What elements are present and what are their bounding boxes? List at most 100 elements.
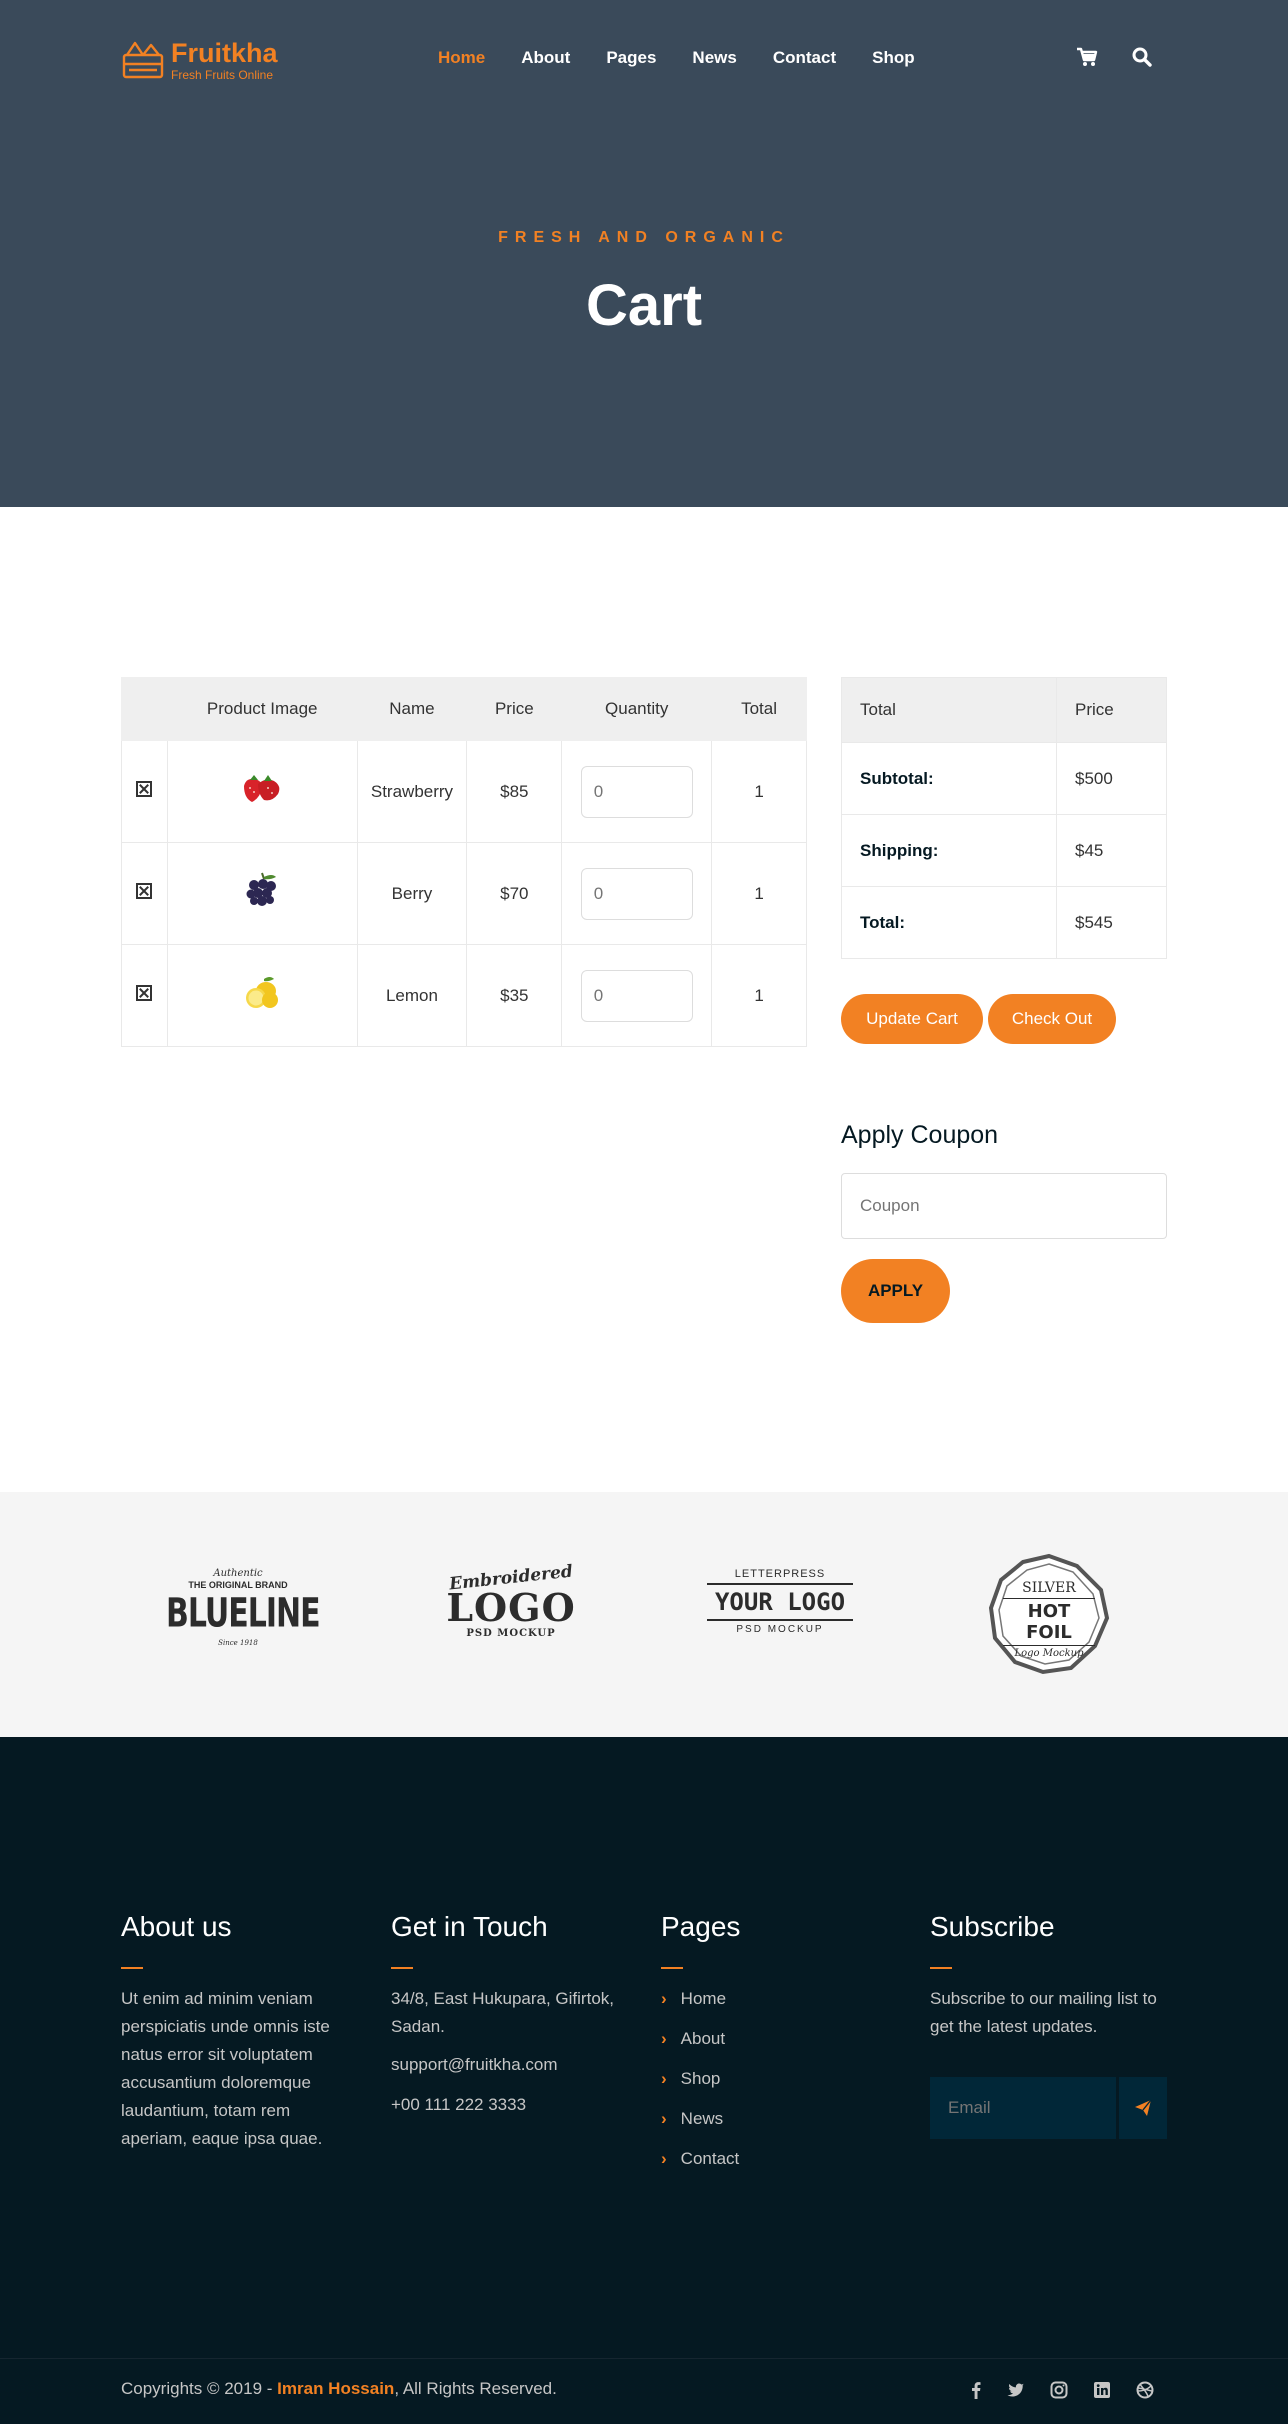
col-remove (121, 677, 168, 741)
site-logo[interactable]: Fruitkha Fresh Fruits Online (121, 38, 278, 82)
paper-plane-icon (1135, 2099, 1152, 2116)
apply-coupon-button[interactable]: APPLY (841, 1259, 950, 1323)
copyright-bar: Copyrights © 2019 - Imran Hossain, All R… (0, 2358, 1288, 2424)
footer-subscribe-title: Subscribe (930, 1911, 1055, 1942)
total-label: Total: (841, 886, 1057, 959)
nav-home[interactable]: Home (438, 48, 485, 68)
facebook-icon[interactable] (967, 2381, 985, 2399)
lemon-image (246, 977, 279, 1008)
cart-table-header: Product Image Name Price Quantity Total (121, 677, 807, 741)
shipping-value: $45 (1056, 814, 1167, 887)
col-total: Total (711, 677, 807, 741)
brand-logo-blueline: Authentic THE ORIGINAL BRAND BLUELINE Si… (166, 1568, 321, 1647)
product-price: $85 (466, 740, 563, 843)
subscribe-button[interactable] (1119, 2077, 1167, 2139)
nav-pages[interactable]: Pages (606, 48, 656, 68)
footer-divider (391, 1967, 413, 1969)
footer-link-home[interactable]: › Home (661, 1985, 891, 2025)
brand-logo-embroidered: Embroidered LOGO PSD MOCKUP (446, 1561, 576, 1639)
remove-item-icon[interactable] (136, 883, 153, 899)
fruit-basket-icon (122, 41, 164, 79)
col-name: Name (356, 677, 468, 741)
footer-contact: Get in Touch 34/8, East Hukupara, Gifirt… (391, 1911, 621, 2119)
table-row: Total: $545 (841, 886, 1167, 959)
subtotal-label: Subtotal: (841, 742, 1057, 815)
linkedin-icon[interactable] (1093, 2381, 1111, 2399)
brand-name: Fruitkha (171, 37, 278, 68)
total-value: $545 (1056, 886, 1167, 959)
product-image-cell (166, 740, 358, 843)
copyright-text: Copyrights © 2019 - Imran Hossain, All R… (121, 2379, 557, 2398)
footer-address: 34/8, East Hukupara, Gifirtok, Sadan. (391, 1989, 614, 2036)
footer-link-shop[interactable]: › Shop (661, 2065, 891, 2105)
product-name: Berry (356, 842, 468, 945)
table-row: Strawberry $85 1 (121, 740, 807, 843)
product-total: 1 (711, 944, 807, 1047)
product-image-cell (166, 842, 358, 945)
footer-link-contact[interactable]: › Contact (661, 2145, 891, 2185)
product-name: Lemon (356, 944, 468, 1047)
product-price: $35 (466, 944, 563, 1047)
chevron-right-icon: › (661, 2029, 667, 2048)
quantity-input[interactable] (580, 969, 693, 1022)
nav-about[interactable]: About (521, 48, 570, 68)
strawberry-image (244, 775, 280, 802)
nav-news[interactable]: News (692, 48, 736, 68)
footer-contact-title: Get in Touch (391, 1911, 548, 1942)
instagram-icon[interactable] (1050, 2381, 1068, 2399)
quantity-input[interactable] (580, 765, 693, 818)
product-name: Strawberry (356, 740, 468, 843)
table-row: Shipping: $45 (841, 814, 1167, 887)
footer-link-news[interactable]: › News (661, 2105, 891, 2145)
nav-contact[interactable]: Contact (773, 48, 836, 68)
site-footer: About us Ut enim ad minim veniam perspic… (0, 1737, 1288, 2358)
remove-item-icon[interactable] (136, 985, 153, 1001)
footer-link-about[interactable]: › About (661, 2025, 891, 2065)
chevron-right-icon: › (661, 2109, 667, 2128)
brand-logo-hot-foil: SILVER HOT FOIL Logo Mockup (987, 1552, 1111, 1676)
update-cart-button[interactable]: Update Cart (841, 994, 983, 1044)
footer-divider (121, 1967, 143, 1969)
totals-header-price: Price (1056, 677, 1167, 743)
remove-item-icon[interactable] (136, 781, 153, 797)
footer-about-title: About us (121, 1911, 232, 1942)
checkout-button[interactable]: Check Out (988, 994, 1116, 1044)
footer-divider (661, 1967, 683, 1969)
footer-email[interactable]: support@fruitkha.com (391, 2051, 621, 2079)
cart-icon[interactable] (1076, 46, 1098, 68)
footer-pages-title: Pages (661, 1911, 741, 1942)
hero-subtitle: FRESH AND ORGANIC (498, 229, 790, 246)
footer-phone[interactable]: +00 111 222 3333 (391, 2091, 621, 2119)
col-price: Price (466, 677, 563, 741)
email-field[interactable] (930, 2077, 1116, 2139)
col-quantity: Quantity (561, 677, 713, 741)
author-link[interactable]: Imran Hossain (277, 2379, 394, 2398)
chevron-right-icon: › (661, 2149, 667, 2168)
search-icon[interactable] (1131, 46, 1153, 68)
cart-totals-table: Total Price Subtotal: $500 Shipping: $45… (841, 677, 1167, 959)
dribbble-icon[interactable] (1136, 2381, 1154, 2399)
footer-about: About us Ut enim ad minim veniam perspic… (121, 1911, 351, 2153)
totals-header-total: Total (841, 677, 1057, 743)
product-image-cell (166, 944, 358, 1047)
subtotal-value: $500 (1056, 742, 1167, 815)
berry-image (246, 872, 277, 906)
shipping-label: Shipping: (841, 814, 1057, 887)
twitter-icon[interactable] (1007, 2381, 1025, 2399)
nav-shop[interactable]: Shop (872, 48, 915, 68)
table-row: Subtotal: $500 (841, 742, 1167, 815)
coupon-input[interactable] (841, 1173, 1167, 1239)
footer-pages: Pages › Home › About › Shop › News › Contact (661, 1911, 891, 2185)
product-price: $70 (466, 842, 563, 945)
footer-about-text: Ut enim ad minim veniam perspiciatis und… (121, 1989, 330, 2148)
product-total: 1 (711, 740, 807, 843)
table-row: Lemon $35 1 (121, 944, 807, 1047)
brand-logos-section: Authentic THE ORIGINAL BRAND BLUELINE Si… (0, 1492, 1288, 1737)
col-product-image: Product Image (166, 677, 358, 741)
footer-subscribe-text: Subscribe to our mailing list to get the… (930, 1989, 1157, 2036)
quantity-input[interactable] (580, 867, 693, 920)
footer-divider (930, 1967, 952, 1969)
brand-tagline: Fresh Fruits Online (171, 67, 274, 82)
hero-section: Fruitkha Fresh Fruits Online Home About … (0, 0, 1288, 507)
product-total: 1 (711, 842, 807, 945)
